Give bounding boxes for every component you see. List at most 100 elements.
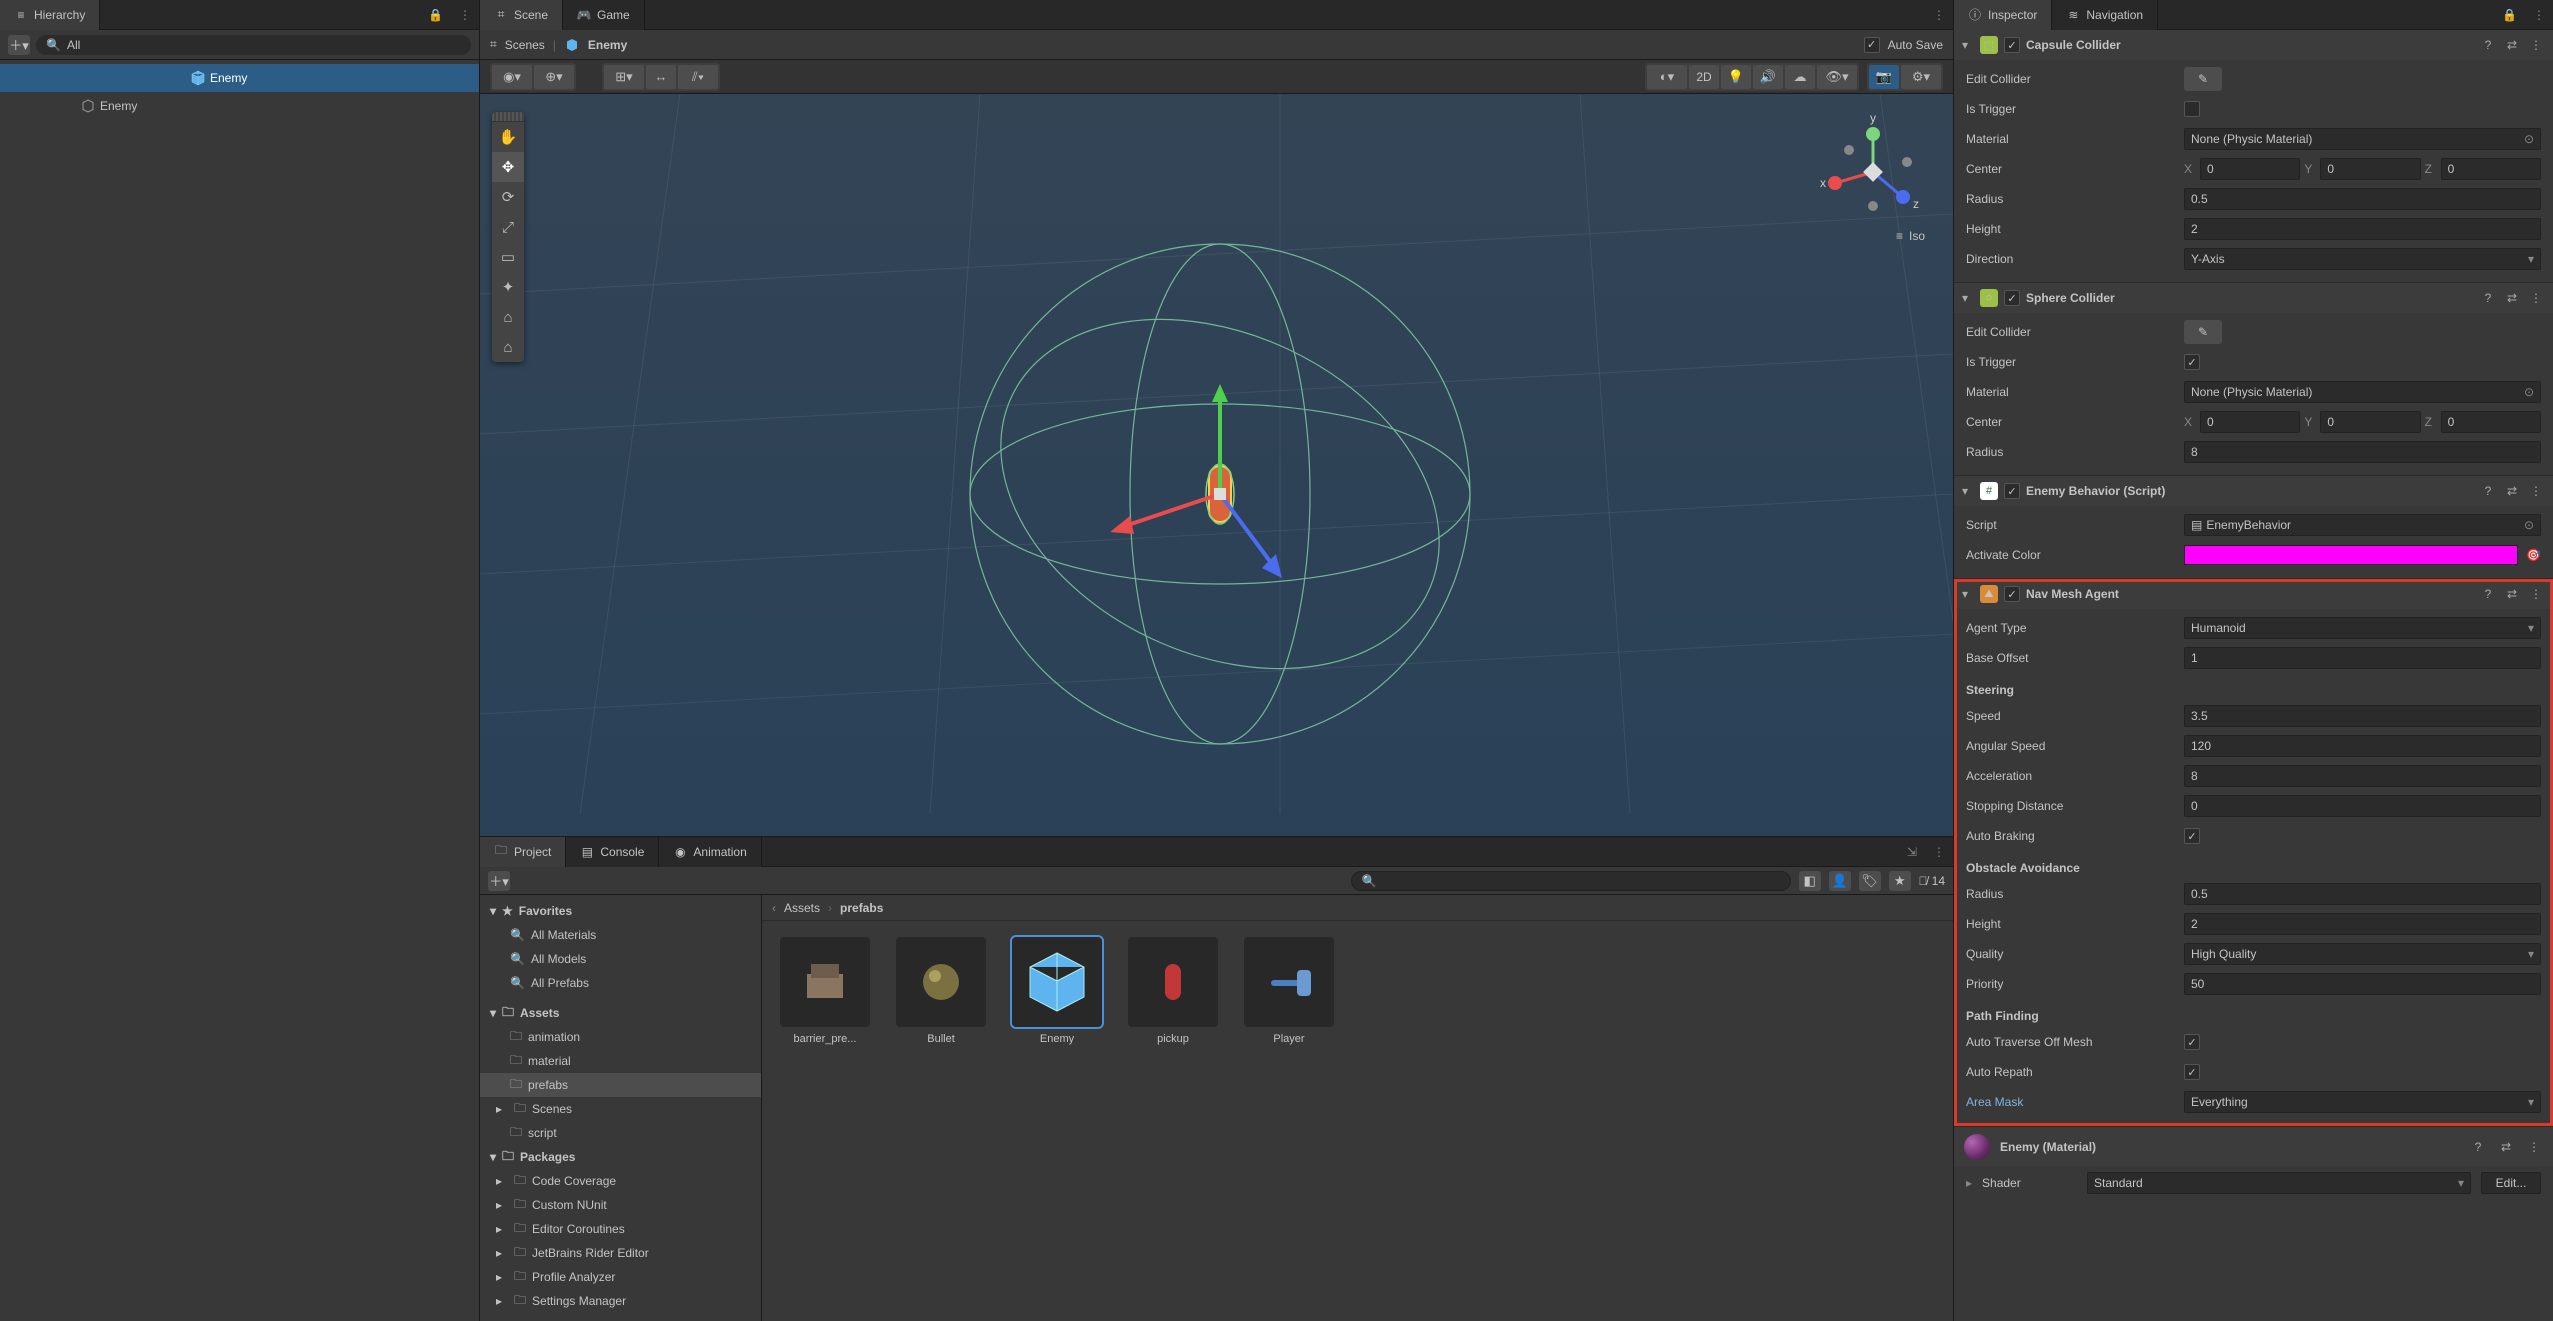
edit-collider-button[interactable]: ✎ [2184,67,2222,91]
shader-edit-button[interactable]: Edit... [2481,1172,2541,1194]
hierarchy-lock-icon[interactable]: 🔒 [420,8,451,22]
capsule-direction-dropdown[interactable]: Y-Axis [2184,248,2541,270]
toggle-hidden-icon[interactable]: 👁▾ [1817,65,1857,89]
pkg-settings-manager[interactable]: ▸🗀Settings Manager [480,1289,761,1313]
sphere-istrigger-checkbox[interactable] [2184,354,2200,370]
asset-barrier-prefab[interactable]: barrier_pre... [778,937,872,1045]
priority-field[interactable]: 50 [2184,973,2541,995]
capsule-collider-header[interactable]: ▾ ⬚ Capsule Collider ? ⇄ ⋮ [1954,30,2553,60]
orientation-gizmo[interactable]: y x z [1813,114,1933,224]
tool-handle-rotation[interactable]: ⊕▾ [534,65,574,89]
component-menu-icon[interactable]: ⋮ [2527,484,2545,498]
breadcrumb-prefabs[interactable]: prefabs [840,901,883,915]
capsule-center-z[interactable]: 0 [2441,158,2541,180]
pkg-editor-coroutines[interactable]: ▸🗀Editor Coroutines [480,1217,761,1241]
chevron-right-icon[interactable]: ▸ [1966,1176,1972,1190]
navmesh-enabled-checkbox[interactable] [2004,586,2020,602]
capsule-height-field[interactable]: 2 [2184,218,2541,240]
asset-player[interactable]: Player [1242,937,1336,1045]
preset-icon[interactable]: ⇄ [2503,587,2521,601]
scale-tool-icon[interactable]: ⤢ [492,212,524,242]
area-mask-label[interactable]: Area Mask [1966,1095,2176,1109]
activate-color-field[interactable] [2184,545,2518,565]
asset-enemy[interactable]: Enemy [1010,937,1104,1045]
auto-braking-checkbox[interactable] [2184,828,2200,844]
tab-console[interactable]: ▤ Console [566,837,659,867]
capsule-enabled-checkbox[interactable] [2004,37,2020,53]
component-menu-icon[interactable]: ⋮ [2527,587,2545,601]
folder-material[interactable]: 🗀material [480,1049,761,1073]
toggle-audio-icon[interactable]: 🔊 [1753,65,1783,89]
component-menu-icon[interactable]: ⋮ [2525,1140,2543,1154]
rotate-tool-icon[interactable]: ⟳ [492,182,524,212]
speed-field[interactable]: 3.5 [2184,705,2541,727]
tool-grid-snap[interactable]: ⊞▾ [604,65,644,89]
pkg-jetbrains-rider[interactable]: ▸🗀JetBrains Rider Editor [480,1241,761,1265]
scene-gizmos[interactable] [480,94,1953,814]
search-by-label-icon[interactable]: 👤 [1829,871,1851,891]
agent-type-dropdown[interactable]: Humanoid [2184,617,2541,639]
enemy-behavior-header[interactable]: ▾ # Enemy Behavior (Script) ? ⇄ ⋮ [1954,476,2553,506]
sphere-center-y[interactable]: 0 [2320,411,2420,433]
sphere-center-z[interactable]: 0 [2441,411,2541,433]
material-header[interactable]: Enemy (Material) ? ⇄ ⋮ [1954,1126,2553,1166]
project-collapse-icon[interactable]: ⇲ [1899,845,1925,859]
preset-icon[interactable]: ⇄ [2503,484,2521,498]
back-icon[interactable]: ‹ [772,901,776,915]
projection-toggle[interactable]: ≡ Iso [1896,229,1925,243]
favorites-header[interactable]: ▾ ★ Favorites [480,899,761,923]
palette-handle[interactable] [492,112,524,122]
toggle-2d[interactable]: 2D [1689,65,1719,89]
sphere-material-field[interactable]: None (Physic Material) [2184,381,2541,403]
tab-animation[interactable]: ◉ Animation [659,837,761,867]
nav-radius-field[interactable]: 0.5 [2184,883,2541,905]
sphere-center-x[interactable]: 0 [2200,411,2300,433]
stopping-distance-field[interactable]: 0 [2184,795,2541,817]
breadcrumb-enemy[interactable]: Enemy [588,38,627,52]
help-icon[interactable]: ? [2469,1140,2487,1154]
custom-tool-b-icon[interactable]: ⌂ [492,332,524,362]
quality-dropdown[interactable]: High Quality [2184,943,2541,965]
scene-camera-icon[interactable]: 📷 [1869,65,1899,89]
capsule-center-y[interactable]: 0 [2320,158,2420,180]
tab-scene[interactable]: ⌗ Scene [480,0,563,30]
hierarchy-root-enemy[interactable]: Enemy [0,64,479,92]
folder-scenes[interactable]: ▸🗀Scenes [480,1097,761,1121]
inspector-lock-icon[interactable]: 🔒 [2494,8,2525,22]
capsule-istrigger-checkbox[interactable] [2184,101,2200,117]
tool-pivot-center[interactable]: ◉▾ [492,65,532,89]
auto-traverse-checkbox[interactable] [2184,1034,2200,1050]
help-icon[interactable]: ? [2479,587,2497,601]
capsule-radius-field[interactable]: 0.5 [2184,188,2541,210]
sphere-radius-field[interactable]: 8 [2184,441,2541,463]
pkg-code-coverage[interactable]: ▸🗀Code Coverage [480,1169,761,1193]
pkg-custom-nunit[interactable]: ▸🗀Custom NUnit [480,1193,761,1217]
toggle-fx-icon[interactable]: ☁ [1785,65,1815,89]
component-menu-icon[interactable]: ⋮ [2527,38,2545,52]
shader-dropdown[interactable]: Standard [2087,1172,2471,1194]
navmesh-header[interactable]: ▾ ⛰ Nav Mesh Agent ? ⇄ ⋮ [1954,579,2553,609]
inspector-menu-icon[interactable]: ⋮ [2525,8,2553,22]
sphere-collider-header[interactable]: ▾ ○ Sphere Collider ? ⇄ ⋮ [1954,283,2553,313]
create-button[interactable]: ＋▾ [8,35,30,55]
hidden-objects-count[interactable]: 👁̸ 14 [1919,874,1945,888]
tab-hierarchy[interactable]: ≡ Hierarchy [0,0,100,30]
tool-snap-settings[interactable]: ⫽▾ [678,65,718,89]
move-tool-icon[interactable]: ✥ [492,152,524,182]
angular-speed-field[interactable]: 120 [2184,735,2541,757]
script-reference-field[interactable]: ▤ EnemyBehavior [2184,514,2541,536]
nav-height-field[interactable]: 2 [2184,913,2541,935]
pkg-profile-analyzer[interactable]: ▸🗀Profile Analyzer [480,1265,761,1289]
hierarchy-menu-icon[interactable]: ⋮ [451,8,479,22]
save-search-icon[interactable]: 🏷 [1859,871,1881,891]
help-icon[interactable]: ? [2479,291,2497,305]
project-search-input[interactable]: 🔍 [1351,871,1791,891]
capsule-material-field[interactable]: None (Physic Material) [2184,128,2541,150]
folder-script[interactable]: 🗀script [480,1121,761,1145]
hierarchy-search-input[interactable]: 🔍 All [36,35,471,55]
favorite-search-icon[interactable]: ★ [1889,871,1911,891]
scene-menu-icon[interactable]: ⋮ [1925,8,1953,22]
hand-tool-icon[interactable]: ✋ [492,122,524,152]
sphere-edit-collider-button[interactable]: ✎ [2184,320,2222,344]
folder-prefabs[interactable]: 🗀prefabs [480,1073,761,1097]
